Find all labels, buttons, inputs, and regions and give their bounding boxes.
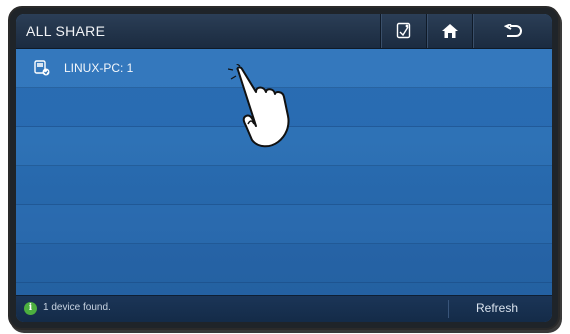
- device-info-button[interactable]: [380, 14, 427, 48]
- pc-share-icon: [34, 60, 50, 76]
- status-divider: [448, 300, 449, 318]
- list-row: [16, 205, 552, 244]
- list-row: [16, 244, 552, 283]
- device-info-icon: [396, 22, 411, 39]
- titlebar: ALL SHARE: [16, 14, 552, 49]
- pointing-hand-icon: [228, 64, 290, 148]
- refresh-button[interactable]: Refresh: [476, 301, 518, 315]
- screen: ALL SHARE LINUX-PC: 1 i 1 device found. …: [16, 14, 552, 322]
- back-button[interactable]: [472, 14, 552, 48]
- status-text: 1 device found.: [43, 302, 111, 313]
- back-icon: [504, 24, 522, 37]
- list-row: [16, 166, 552, 205]
- status-bar: i 1 device found. Refresh: [16, 295, 552, 322]
- home-button[interactable]: [426, 14, 473, 48]
- device-label: LINUX-PC: 1: [64, 61, 134, 75]
- page-title: ALL SHARE: [26, 23, 106, 39]
- info-icon: i: [24, 302, 37, 315]
- device-frame: ALL SHARE LINUX-PC: 1 i 1 device found. …: [8, 6, 560, 330]
- home-icon: [442, 24, 458, 38]
